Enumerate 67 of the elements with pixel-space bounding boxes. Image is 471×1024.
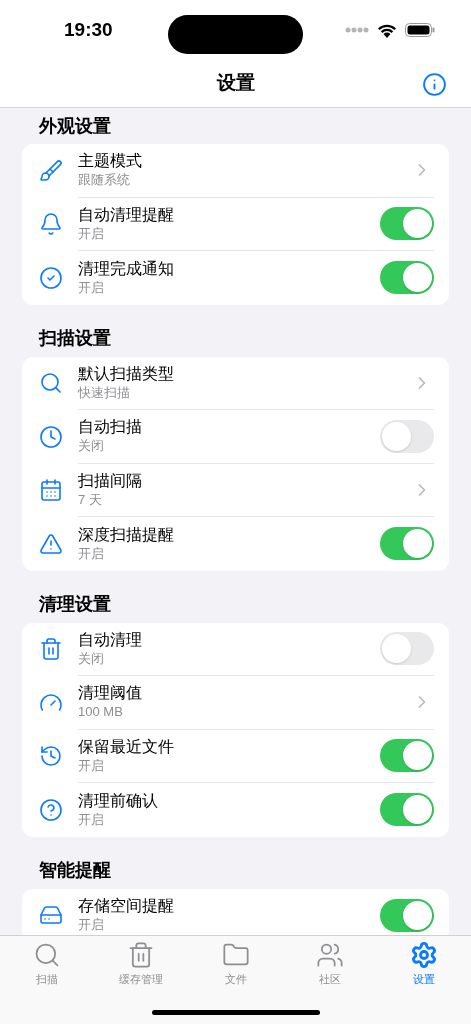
- help-icon: [39, 797, 63, 822]
- section-header: 外观设置: [39, 114, 111, 138]
- row-label: 保留最近文件: [78, 736, 175, 757]
- row-label: 清理前确认: [78, 790, 159, 811]
- row-detail: 关闭: [78, 437, 105, 456]
- toggle-switch[interactable]: [380, 261, 434, 295]
- row-label: 清理阈值: [78, 683, 143, 704]
- info-icon[interactable]: [422, 72, 447, 97]
- section-header: 扫描设置: [39, 327, 111, 350]
- calendar-icon: [39, 478, 63, 503]
- row-detail: 开启: [78, 224, 105, 243]
- toggle-switch[interactable]: [380, 632, 434, 666]
- check-circle-icon: [39, 265, 63, 290]
- people-icon: [315, 941, 344, 969]
- row-label: 默认扫描类型: [78, 363, 175, 384]
- toggle-switch[interactable]: [380, 207, 434, 241]
- row-label: 扫描间隔: [78, 470, 143, 491]
- row-label: 存储空间提醒: [78, 896, 175, 917]
- search-icon: [39, 371, 63, 396]
- row-detail: 跟随系统: [78, 171, 131, 190]
- row-detail: 100 MB: [78, 703, 124, 722]
- row-detail: 开启: [78, 278, 105, 297]
- tab-item[interactable]: 设置: [376, 941, 471, 988]
- history-icon: [39, 744, 63, 769]
- row-label: 自动扫描: [78, 417, 143, 438]
- section-header: 智能提醒: [39, 859, 111, 882]
- row-label: 自动清理: [78, 629, 143, 650]
- toggle-switch[interactable]: [380, 527, 434, 561]
- battery-icon: [405, 23, 435, 37]
- row-detail: 快速扫描: [78, 383, 131, 402]
- settings-row[interactable]: 清理完成通知 开启: [22, 251, 449, 305]
- settings-row[interactable]: 深度扫描提醒 开启: [22, 517, 449, 571]
- signal-icon: [345, 27, 369, 33]
- settings-row[interactable]: 扫描间隔 7 天: [22, 463, 449, 517]
- row-detail: 7 天: [78, 490, 103, 509]
- toggle-switch[interactable]: [380, 793, 434, 827]
- toggle-switch[interactable]: [380, 739, 434, 773]
- clock-icon: [39, 424, 63, 449]
- row-detail: 开启: [78, 544, 105, 563]
- warning-icon: [39, 531, 63, 556]
- settings-row[interactable]: 默认扫描类型 快速扫描: [22, 356, 449, 410]
- row-label: 清理完成通知: [78, 258, 175, 279]
- wifi-icon: [377, 22, 397, 38]
- settings-row[interactable]: 存储空间提醒 开启: [22, 888, 449, 935]
- row-detail: 开启: [78, 916, 105, 935]
- settings-row[interactable]: 自动清理提醒 开启: [22, 197, 449, 251]
- settings-icon: [409, 941, 438, 969]
- bell-icon: [39, 212, 63, 237]
- row-detail: 关闭: [78, 649, 105, 668]
- trash-icon: [39, 637, 63, 662]
- toggle-switch[interactable]: [380, 898, 434, 932]
- paintbrush-icon: [39, 158, 63, 183]
- row-detail: 开启: [78, 810, 105, 829]
- status-time: 19:30: [64, 17, 113, 42]
- toggle-switch[interactable]: [380, 419, 434, 453]
- settings-row[interactable]: 自动清理 关闭: [22, 622, 449, 676]
- settings-row[interactable]: 保留最近文件 开启: [22, 729, 449, 783]
- settings-row[interactable]: 清理前确认 开启: [22, 783, 449, 837]
- row-detail: 开启: [78, 756, 105, 775]
- section-header: 清理设置: [39, 593, 111, 616]
- settings-row[interactable]: 自动扫描 关闭: [22, 410, 449, 464]
- settings-row[interactable]: 主题模式 跟随系统: [22, 144, 449, 198]
- page-title: 设置: [216, 71, 255, 96]
- settings-row[interactable]: 清理阈值 100 MB: [22, 676, 449, 730]
- row-label: 深度扫描提醒: [78, 524, 175, 545]
- row-label: 自动清理提醒: [78, 204, 175, 225]
- row-label: 主题模式: [78, 151, 143, 172]
